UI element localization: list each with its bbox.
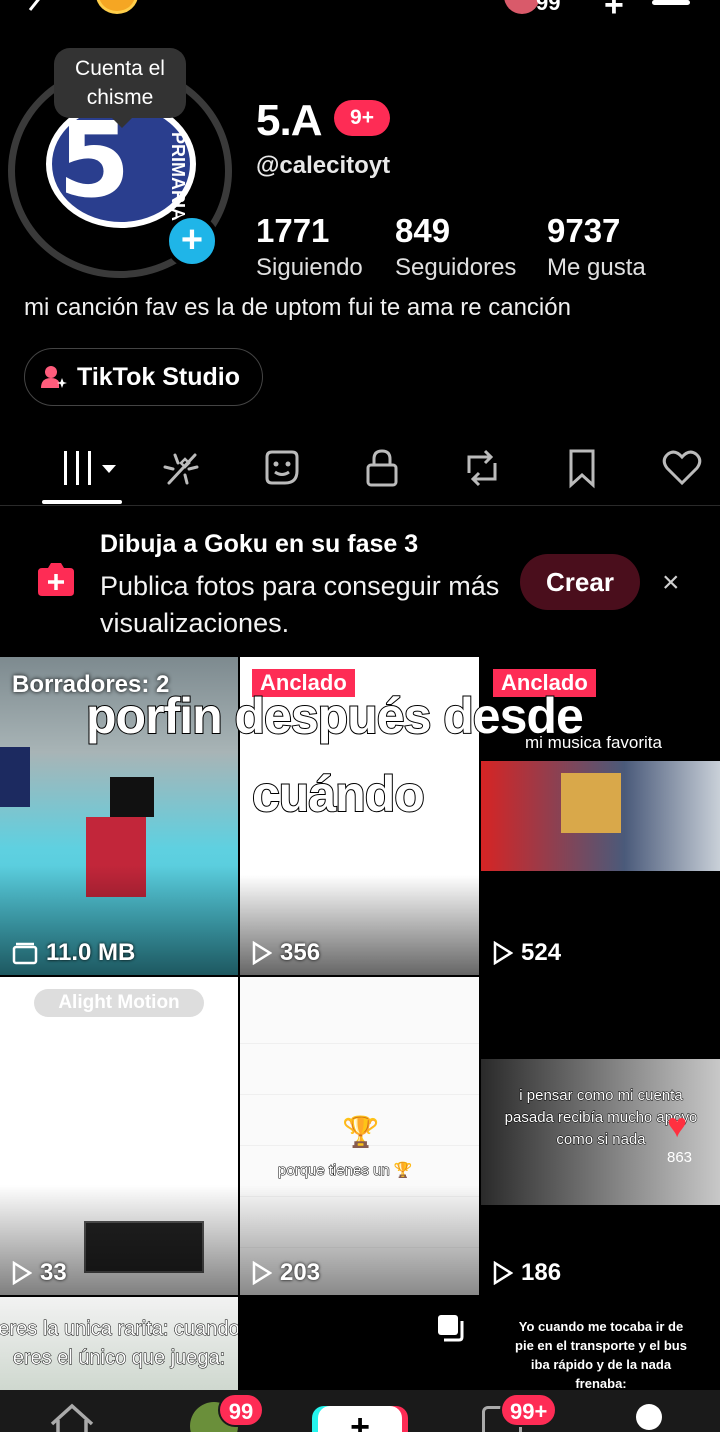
view-count: 524 — [493, 939, 561, 967]
view-count: 186 — [493, 1259, 561, 1287]
add-account-icon[interactable]: + — [604, 0, 624, 25]
create-button[interactable]: Crear — [520, 554, 640, 610]
thumb-shape — [110, 777, 154, 817]
video-grid: Borradores: 2 11.0 MB Anclado 356 mi mus… — [0, 657, 720, 1390]
cell-caption: Yo cuando me tocaba ir de pie en el tran… — [515, 1319, 687, 1390]
folder-icon — [12, 942, 38, 965]
sparkle-icon — [163, 453, 199, 485]
play-icon — [493, 941, 513, 965]
coin-icon[interactable] — [96, 0, 138, 14]
tiktok-studio-button[interactable]: TikTok Studio — [24, 348, 263, 406]
promo-title: Dibuja a Goku en su fase 3 — [100, 530, 419, 558]
home-icon[interactable] — [48, 1402, 96, 1432]
profile-bio: mi canción fav es la de uptom fui te ama… — [24, 294, 571, 321]
drafts-size-value: 11.0 MB — [46, 939, 136, 966]
profile-icon[interactable] — [636, 1404, 662, 1430]
cell-caption: eres la unica rarita: cuando eres el úni… — [0, 1318, 238, 1370]
studio-label: TikTok Studio — [77, 362, 240, 391]
cell-caption: porque tienes un 🏆 — [278, 1162, 414, 1180]
view-count: 203 — [252, 1259, 320, 1287]
studio-icon — [41, 366, 67, 388]
thumb-shape — [0, 747, 30, 807]
name-badge[interactable]: 9+ — [334, 100, 390, 136]
friends-badge: 99 — [218, 1393, 264, 1427]
stat-label: Seguidores — [395, 254, 517, 281]
stat-label: Siguiendo — [256, 254, 363, 281]
stat-label: Me gusta — [547, 254, 646, 281]
lock-icon — [366, 449, 398, 487]
video-cell[interactable] — [240, 1297, 479, 1390]
heart-icon — [662, 450, 702, 486]
bookmark-icon — [569, 449, 595, 489]
bottom-navigation: + — [0, 1390, 720, 1432]
inbox-badge: 99+ — [500, 1393, 558, 1427]
tab-liked[interactable] — [658, 444, 706, 492]
video-cell[interactable]: 🏆 porque tienes un 🏆 203 — [240, 977, 479, 1295]
avatar-tooltip[interactable]: Cuenta el chisme — [54, 48, 186, 128]
view-count-value: 203 — [280, 1259, 321, 1286]
view-count: 356 — [252, 939, 320, 967]
play-icon — [252, 941, 272, 965]
trophy-icon: 🏆 — [342, 1116, 380, 1149]
play-icon — [252, 1261, 272, 1285]
drafts-size: 11.0 MB — [12, 939, 135, 967]
overlay-caption: cuándo — [251, 765, 426, 823]
tab-saved[interactable] — [558, 444, 606, 492]
top-notification-count: 99 — [536, 0, 561, 15]
tab-stickers[interactable] — [258, 444, 306, 492]
tooltip-text: Cuenta el chisme — [75, 57, 165, 109]
video-cell[interactable]: eres la unica rarita: cuando eres el úni… — [0, 1297, 238, 1390]
cell-caption: Alight Motion — [34, 989, 204, 1017]
create-post-button[interactable]: + — [318, 1406, 402, 1432]
heart-icon: ♥ — [667, 1107, 688, 1145]
view-count-value: 524 — [521, 939, 562, 966]
play-icon — [493, 1261, 513, 1285]
top-avatar[interactable] — [504, 0, 540, 14]
create-glyph: + — [350, 1408, 370, 1432]
stat-value: 9737 — [547, 212, 621, 249]
tab-private[interactable] — [358, 444, 406, 492]
view-count-value: 33 — [40, 1259, 67, 1286]
thumb-shape — [561, 773, 621, 833]
stat-followers[interactable]: 849 Seguidores — [395, 212, 516, 282]
play-icon — [12, 1261, 32, 1285]
repost-icon — [467, 449, 497, 487]
tab-effects[interactable] — [158, 444, 206, 492]
view-count: 33 — [12, 1259, 67, 1287]
video-cell[interactable]: Alight Motion 33 — [0, 977, 238, 1295]
profile-name: 5.A — [256, 96, 322, 145]
sticker-icon — [265, 450, 299, 485]
view-count-value: 186 — [521, 1259, 562, 1286]
tab-reposts[interactable] — [458, 444, 506, 492]
stat-value: 849 — [395, 212, 451, 249]
edit-icon[interactable] — [26, 0, 56, 14]
video-cell[interactable]: Yo cuando me tocaba ir de pie en el tran… — [481, 1297, 720, 1390]
tab-videos[interactable] — [60, 444, 120, 492]
promo-text: Publica fotos para conseguir más visuali… — [100, 571, 500, 638]
top-bar: 99 + — [0, 0, 720, 24]
grid-icon — [64, 451, 116, 485]
video-cell[interactable]: i pensar como mi cuenta pasada recibía m… — [481, 977, 720, 1295]
stat-following[interactable]: 1771 Siguiendo — [256, 212, 363, 282]
view-count-value: 356 — [280, 939, 321, 966]
menu-icon[interactable] — [652, 0, 690, 5]
active-tab-indicator — [42, 500, 122, 504]
multi-photo-icon — [438, 1315, 464, 1342]
close-icon[interactable]: × — [662, 566, 680, 600]
add-story-button[interactable]: + — [165, 214, 219, 268]
stat-value: 1771 — [256, 212, 330, 249]
stat-likes[interactable]: 9737 Me gusta — [547, 212, 646, 282]
photo-add-icon — [38, 563, 74, 596]
overlay-caption: porfin después desde — [85, 687, 585, 745]
content-tabs — [0, 436, 720, 506]
profile-handle: @calecitoyt — [256, 152, 391, 179]
avatar-word: PRIMARIA — [168, 132, 188, 221]
like-count: 863 — [667, 1149, 693, 1166]
